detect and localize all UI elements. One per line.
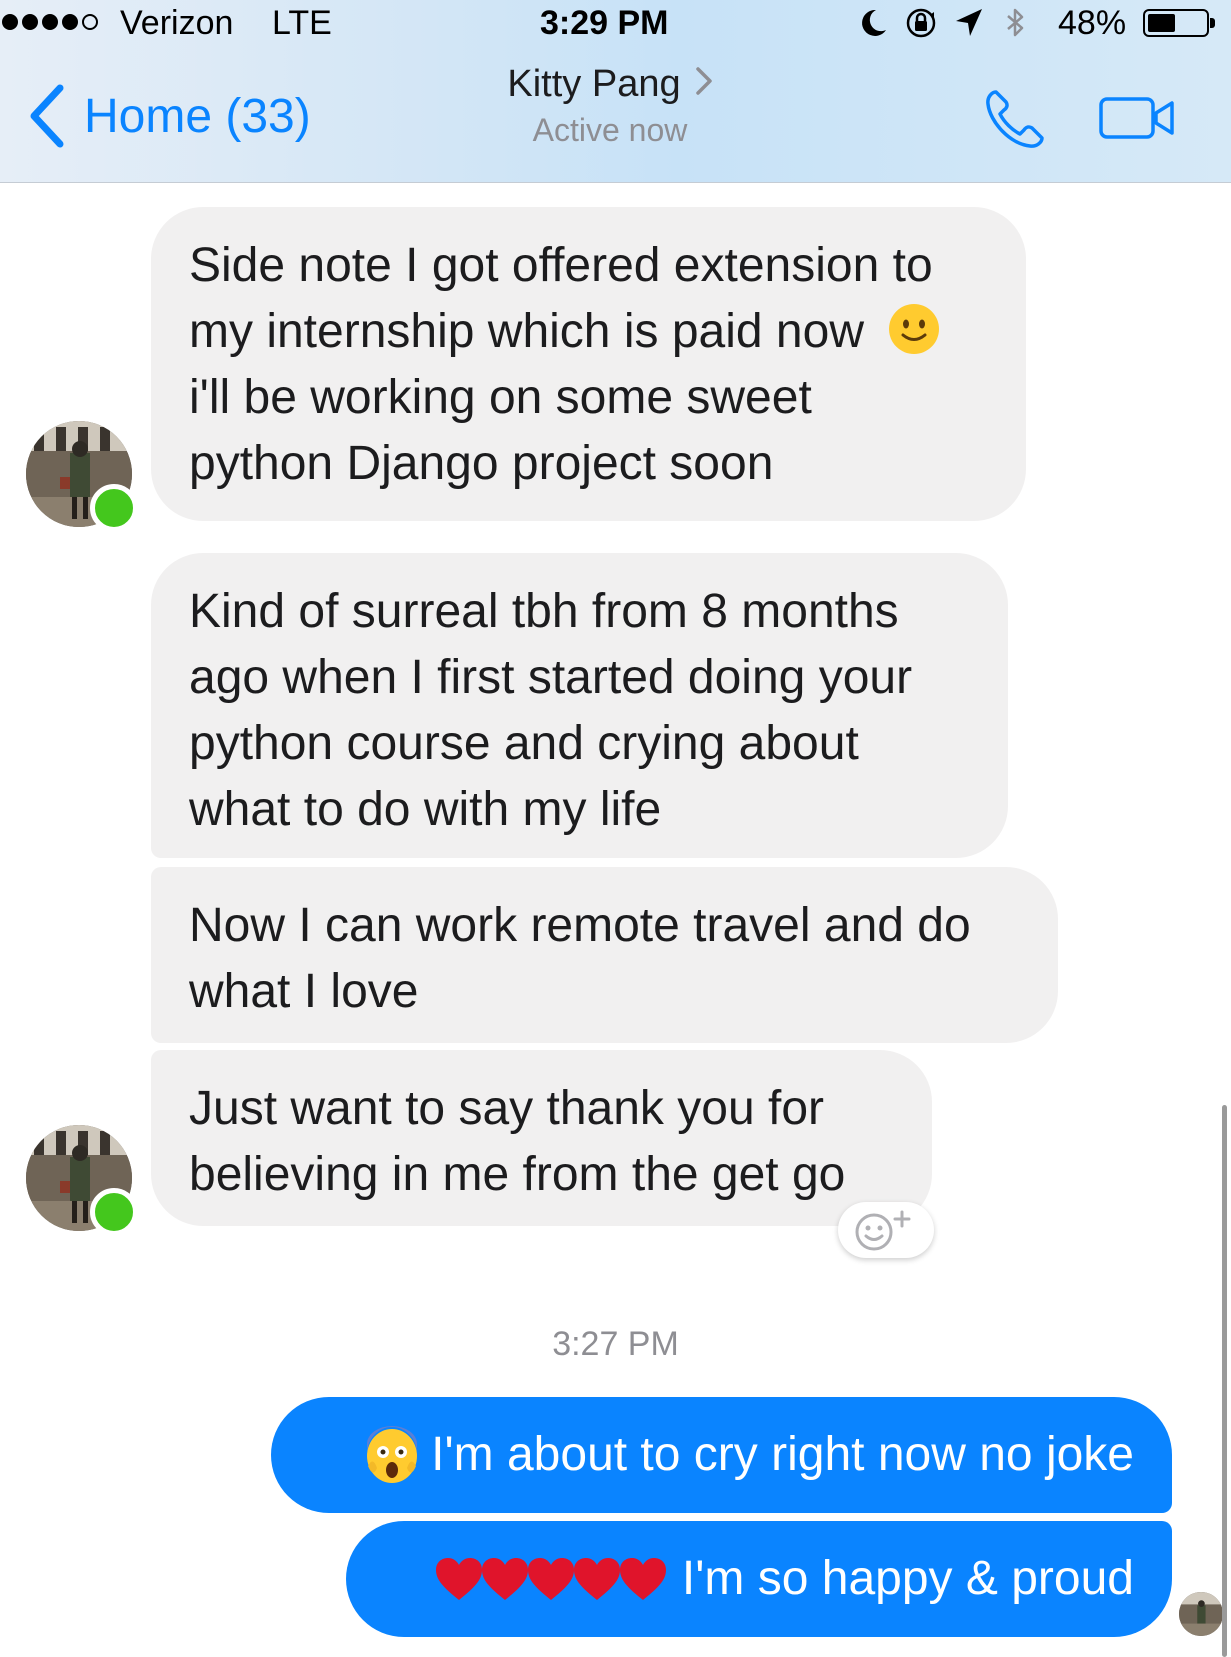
face-screaming-in-fear-emoji	[367, 1426, 418, 1483]
battery-icon	[1143, 9, 1209, 37]
chevron-right-icon	[695, 67, 712, 95]
red-heart-icon	[573, 1558, 620, 1600]
rotation-lock-icon	[906, 8, 936, 38]
red-heart-emoji-group	[434, 1556, 666, 1602]
back-button-label: Home (33)	[84, 89, 311, 143]
phone-icon[interactable]	[982, 86, 1048, 152]
back-button[interactable]: Home (33)	[26, 84, 311, 148]
red-heart-icon	[481, 1558, 528, 1600]
message-line: Side note I got offered extension to	[189, 239, 933, 292]
battery-level-fill	[1148, 14, 1175, 32]
signal-strength-icon	[2, 14, 98, 30]
battery-tip	[1210, 18, 1215, 28]
active-status-indicator	[90, 1188, 138, 1236]
bluetooth-icon	[1007, 8, 1024, 37]
red-heart-icon	[619, 1558, 666, 1600]
moon-icon	[862, 9, 886, 36]
navigation-bar: Verizon LTE 3:29 PM 48% Home (33) Kitty …	[0, 0, 1231, 183]
message-line: python Django project soon	[189, 437, 774, 490]
video-camera-icon[interactable]	[1098, 94, 1176, 142]
message-text: I'm so happy & proud	[681, 1552, 1134, 1605]
outgoing-message[interactable]: I'm so happy & proud	[346, 1521, 1172, 1637]
contact-header[interactable]: Kitty Pang Active now	[400, 60, 820, 150]
message-line: Now I can work remote travel and do	[189, 899, 971, 952]
message-line: python course and crying about	[189, 717, 859, 770]
incoming-message[interactable]: Kind of surreal tbh from 8 months ago wh…	[151, 553, 1008, 858]
carrier-label: Verizon	[120, 4, 234, 42]
message-line: what to do with my life	[189, 783, 662, 836]
message-line: Kind of surreal tbh from 8 months	[189, 585, 899, 638]
message-line: believing in me from the get go	[189, 1148, 846, 1201]
slightly-smiling-face-emoji	[889, 304, 940, 355]
incoming-message[interactable]: Just want to say thank you for believing…	[151, 1050, 932, 1226]
message-line: Just want to say thank you for	[189, 1082, 824, 1135]
chevron-left-icon	[30, 84, 64, 148]
network-type-label: LTE	[272, 4, 332, 42]
message-line: ago when I first started doing your	[189, 651, 913, 704]
incoming-message[interactable]: Now I can work remote travel and do what…	[151, 867, 1058, 1043]
message-timestamp: 3:27 PM	[552, 1325, 679, 1363]
status-bar: Verizon LTE 3:29 PM 48%	[0, 0, 1231, 46]
add-reaction-button[interactable]	[838, 1202, 934, 1258]
outgoing-message[interactable]: I'm about to cry right now no joke	[271, 1397, 1172, 1513]
red-heart-icon	[435, 1558, 482, 1600]
active-status-indicator	[90, 484, 138, 532]
message-line: my internship which is paid now	[189, 305, 864, 358]
location-arrow-icon	[956, 9, 982, 36]
message-line: what I love	[189, 965, 419, 1018]
message-line: i'll be working on some sweet	[189, 371, 812, 424]
battery-percentage: 48%	[1058, 4, 1127, 42]
scrollbar[interactable]	[1222, 1105, 1227, 1657]
contact-name: Kitty Pang	[507, 63, 681, 105]
message-text: I'm about to cry right now no joke	[431, 1428, 1134, 1481]
status-bar-time: 3:29 PM	[540, 4, 669, 42]
contact-status: Active now	[532, 112, 688, 148]
red-heart-icon	[527, 1558, 574, 1600]
read-receipt-avatar	[1179, 1592, 1223, 1636]
incoming-message[interactable]: Side note I got offered extension to my …	[151, 207, 1026, 521]
add-reaction-icon	[855, 1210, 911, 1251]
